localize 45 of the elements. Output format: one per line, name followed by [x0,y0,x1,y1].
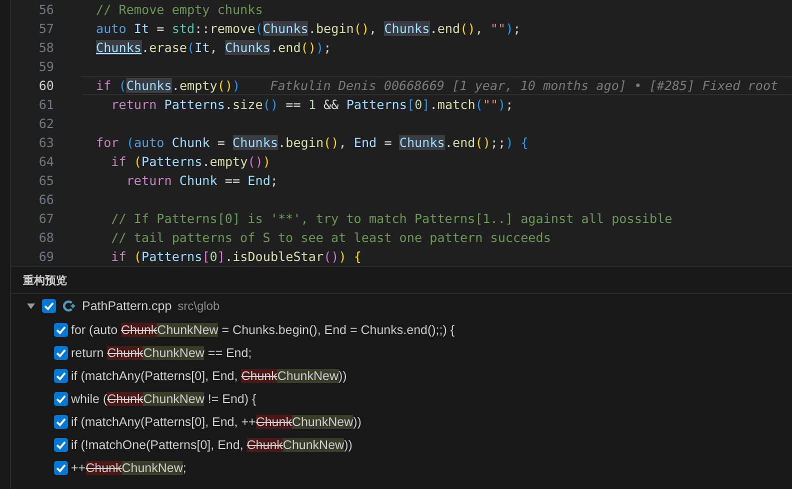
code-line: return Chunk == End; [125,172,278,190]
line-number: 56 [38,1,54,19]
checkbox[interactable] [54,322,68,336]
line-number: 67 [38,210,54,228]
change-preview-line[interactable]: for (auto ChunkChunkNew = Chunks.begin(), End = Chunks.end();;) { [71,322,455,336]
line-number: 69 [38,248,54,266]
code-line: auto It = std::remove(Chunks.begin(), Chunks.end(), ""); [96,20,521,38]
code-line: for (auto Chunk = Chunks.begin(), End = Chunks.end();;) { [96,134,528,152]
change-preview-line[interactable]: if (matchAny(Patterns[0], End, ChunkChunkNew)) [71,368,347,382]
line-number: 60 [38,77,54,95]
line-number: 59 [38,58,54,76]
checkbox[interactable] [54,368,68,382]
checkbox[interactable] [54,392,68,406]
panel-title: 重构预览 [23,272,67,288]
change-preview-line[interactable]: while (ChunkChunkNew != End) { [71,392,256,406]
line-number: 57 [38,20,54,38]
line-number: 61 [38,96,54,114]
line-number: 64 [38,153,54,171]
code-line: if (Patterns.empty()) [110,153,270,171]
change-preview-line[interactable]: return ChunkChunkNew == End; [71,346,252,360]
file-name[interactable]: PathPattern.cpp [82,299,172,313]
line-number: 65 [38,172,54,190]
checkbox[interactable] [54,414,68,428]
code-line: return Patterns.size() == 1 && Patterns[0].match(""); [110,96,514,114]
caret-icon[interactable] [26,301,36,311]
line-number: 62 [38,115,54,133]
cpp-file-icon [62,299,76,313]
code-line: if (Chunks.empty()) [96,77,240,94]
file-path: src\glob [178,299,220,313]
checkbox[interactable] [42,299,56,313]
line-number: 63 [38,134,54,152]
code-line: // Remove empty chunks [96,1,263,19]
checkbox[interactable] [54,346,68,360]
line-number: 58 [38,39,54,57]
code-line: // tail patterns of S to see at least one pattern succeeds [110,229,551,247]
line-number: 66 [38,191,54,209]
code-line: Chunks.erase(It, Chunks.end()); [96,39,332,57]
checkbox[interactable] [54,438,68,452]
code-line: if (Patterns[0].isDoubleStar()) { [110,248,362,266]
line-number: 68 [38,229,54,247]
change-preview-line[interactable]: if (!matchOne(Patterns[0], End, ChunkChunkNew)) [71,438,352,452]
blame-annotation: Fatkulin Denis 00668669 [1 year, 10 months ago] • [#285] Fixed root [270,77,778,94]
code-line: // If Patterns[0] is '**', try to match Patterns[1..] against all possible [110,210,672,228]
change-preview-line[interactable]: if (matchAny(Patterns[0], End, ++ChunkChunkNew)) [71,414,362,428]
checkbox[interactable] [54,460,68,474]
